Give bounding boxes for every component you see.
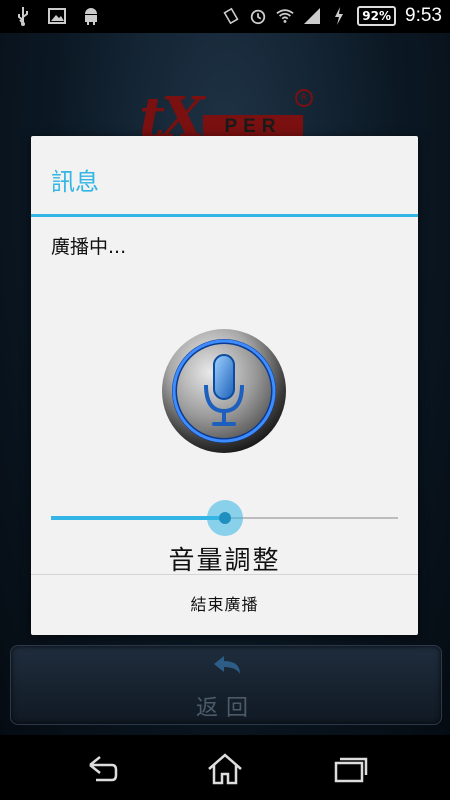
broadcast-dialog: 訊息 廣播中... 音量調整 結束廣播 bbox=[31, 136, 418, 635]
vibrate-icon bbox=[222, 6, 240, 26]
usb-icon bbox=[14, 6, 32, 26]
signal-icon bbox=[303, 6, 321, 26]
back-arrow-icon bbox=[214, 656, 240, 674]
status-bar: 92% 9:53 bbox=[0, 0, 450, 33]
dialog-message: 廣播中... bbox=[51, 236, 127, 258]
back-button[interactable]: 返回 bbox=[10, 645, 442, 725]
navigation-bar bbox=[0, 735, 450, 800]
volume-slider-fill bbox=[51, 516, 225, 520]
back-button-label: 返回 bbox=[195, 696, 256, 721]
volume-slider[interactable] bbox=[51, 500, 398, 536]
image-icon bbox=[48, 6, 66, 26]
wifi-icon bbox=[276, 6, 294, 26]
android-icon bbox=[82, 6, 100, 26]
registered-mark: R bbox=[295, 89, 313, 107]
home-icon[interactable] bbox=[205, 753, 245, 785]
stop-broadcast-button[interactable]: 結束廣播 bbox=[31, 575, 418, 635]
volume-label: 音量調整 bbox=[168, 546, 281, 576]
volume-slider-thumb[interactable] bbox=[219, 512, 231, 524]
status-right-icons: 92% 9:53 bbox=[222, 5, 442, 27]
dialog-title: 訊息 bbox=[51, 168, 99, 196]
back-icon[interactable] bbox=[82, 753, 122, 785]
dialog-title-divider bbox=[31, 214, 418, 217]
recent-apps-icon[interactable] bbox=[330, 753, 370, 785]
status-left-icons bbox=[14, 6, 100, 26]
microphone-icon bbox=[160, 327, 288, 455]
clock: 9:53 bbox=[405, 5, 442, 26]
alarm-icon bbox=[249, 6, 267, 26]
battery-indicator: 92% bbox=[357, 6, 397, 26]
charging-icon bbox=[330, 6, 348, 26]
